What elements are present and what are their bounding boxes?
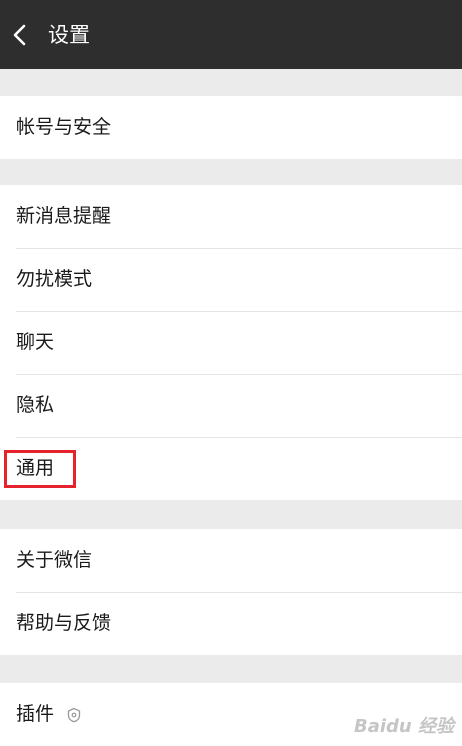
settings-item-label: 帮助与反馈 <box>16 612 112 634</box>
settings-item-chat[interactable]: 聊天 <box>0 311 462 374</box>
settings-item-new-message-notification[interactable]: 新消息提醒 <box>0 185 462 248</box>
settings-group-about: 关于微信 帮助与反馈 <box>0 529 462 655</box>
chevron-left-icon <box>13 24 26 46</box>
settings-item-label: 隐私 <box>16 394 55 416</box>
settings-item-general[interactable]: 通用 <box>0 437 462 500</box>
page-title: 设置 <box>48 23 90 47</box>
settings-item-label: 通用 <box>16 457 55 479</box>
settings-item-label: 帐号与安全 <box>16 116 112 138</box>
settings-item-privacy[interactable]: 隐私 <box>0 374 462 437</box>
settings-item-label: 插件 <box>16 703 55 725</box>
settings-item-label: 勿扰模式 <box>16 268 93 290</box>
settings-item-do-not-disturb[interactable]: 勿扰模式 <box>0 248 462 311</box>
settings-item-label: 聊天 <box>16 331 55 353</box>
plugin-badge-icon <box>67 707 81 723</box>
watermark: Baidu 经验 <box>353 716 454 737</box>
back-button[interactable] <box>8 18 36 52</box>
settings-item-help-feedback[interactable]: 帮助与反馈 <box>0 592 462 655</box>
settings-group-general: 新消息提醒 勿扰模式 聊天 隐私 通用 <box>0 185 462 500</box>
settings-group-account: 帐号与安全 <box>0 96 462 159</box>
settings-item-account-security[interactable]: 帐号与安全 <box>0 96 462 159</box>
top-navigation-bar: 设置 <box>0 0 462 69</box>
settings-item-label: 关于微信 <box>16 549 93 571</box>
settings-item-label: 新消息提醒 <box>16 205 112 227</box>
settings-item-about-wechat[interactable]: 关于微信 <box>0 529 462 592</box>
